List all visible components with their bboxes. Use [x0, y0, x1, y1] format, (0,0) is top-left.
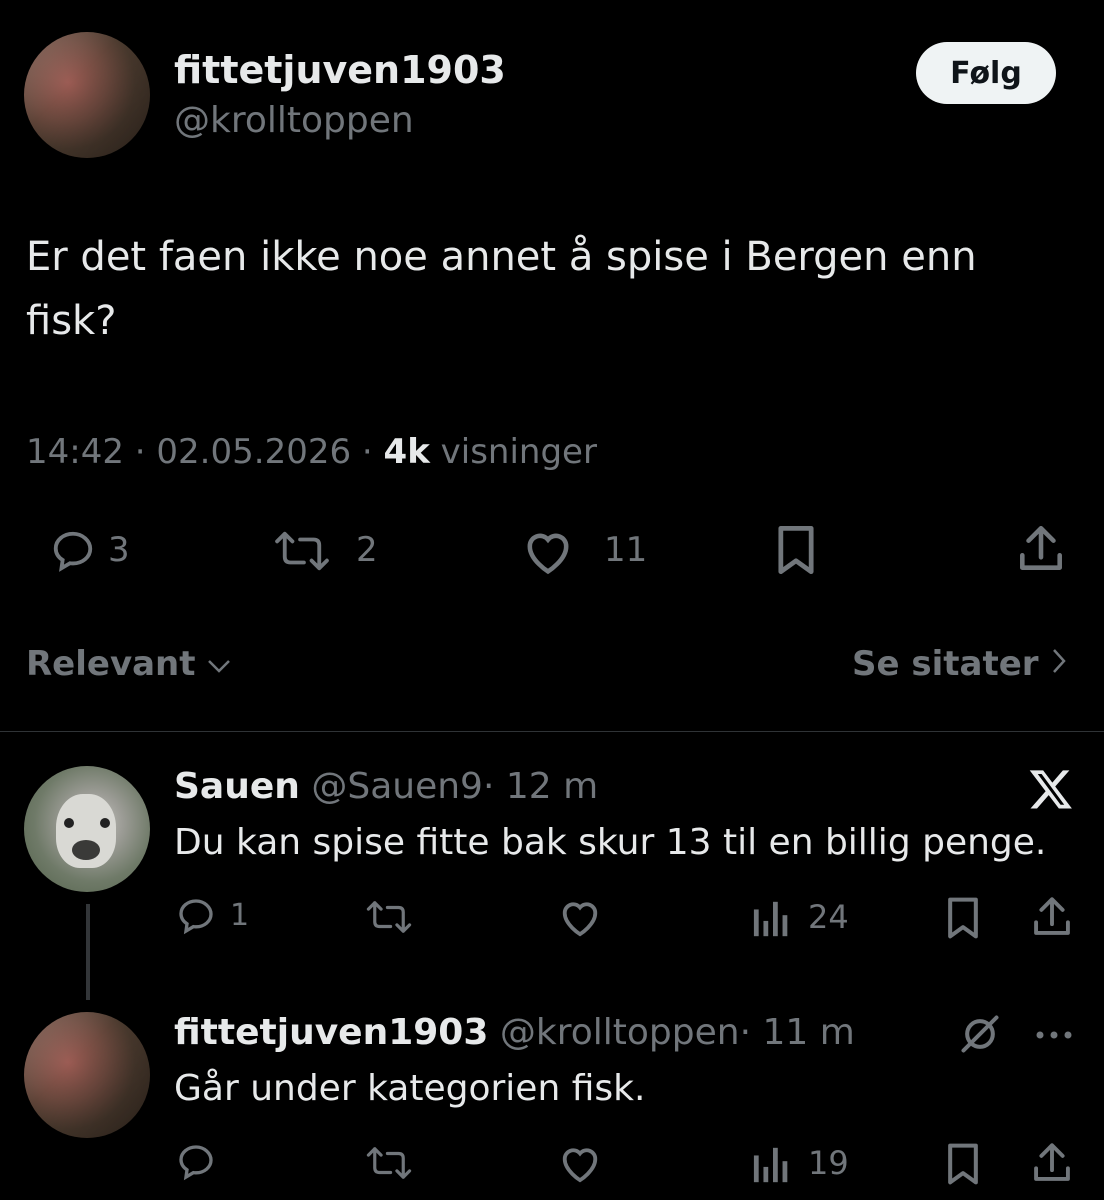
repost-icon[interactable]: [270, 528, 334, 574]
tweet-meta: 14:42 · 02.05.2026 · 4k visninger: [26, 432, 597, 472]
reply-author-name[interactable]: Sauen: [174, 766, 300, 807]
author-avatar[interactable]: [24, 32, 150, 158]
reply-text: Du kan spise fitte bak skur 13 til en bi…: [174, 822, 1047, 863]
follow-button[interactable]: Følg: [916, 42, 1056, 104]
tweet-text-line1: Er det faen ikke noe annet å spise i Ber…: [26, 234, 977, 280]
author-handle[interactable]: @krolltoppen: [174, 100, 414, 141]
x-logo-icon: [1028, 766, 1074, 816]
see-quotes-label: Se sitater: [852, 644, 1039, 684]
reply-author-name[interactable]: fittetjuven1903: [174, 1012, 488, 1053]
sort-relevant[interactable]: Relevant: [26, 644, 232, 684]
repost-count: 2: [356, 530, 378, 570]
views-count: 19: [808, 1144, 849, 1182]
reply-icon[interactable]: [176, 1142, 216, 1182]
views-icon[interactable]: [752, 898, 794, 940]
reply-header: Sauen @Sauen9· 12 m: [174, 766, 598, 807]
reply-count: 1: [230, 898, 250, 933]
meta-separator: ·: [739, 1012, 752, 1053]
divider: [0, 731, 1104, 732]
meta-separator: ·: [482, 766, 495, 807]
reply-text: Går under kategorien fisk.: [174, 1068, 646, 1109]
share-icon[interactable]: [1030, 1140, 1074, 1186]
repost-icon[interactable]: [362, 1144, 416, 1182]
reply-time[interactable]: 11 m: [762, 1012, 854, 1053]
reply-time[interactable]: 12 m: [506, 766, 598, 807]
views-icon[interactable]: [752, 1144, 794, 1186]
reply-avatar[interactable]: [24, 766, 150, 892]
like-icon[interactable]: [520, 526, 576, 576]
grok-icon[interactable]: [958, 1012, 1002, 1060]
bookmark-icon[interactable]: [942, 896, 984, 940]
tweet-time[interactable]: 14:42: [26, 432, 124, 472]
chevron-down-icon: [206, 644, 232, 684]
reply-icon[interactable]: [176, 896, 216, 936]
views-count: 4k: [383, 432, 430, 472]
reply-avatar[interactable]: [24, 1012, 150, 1138]
more-options-icon[interactable]: [1034, 1026, 1074, 1045]
bookmark-icon[interactable]: [942, 1142, 984, 1186]
tweet-text-line2: fisk?: [26, 298, 117, 344]
like-icon[interactable]: [556, 896, 604, 938]
chevron-right-icon: [1051, 644, 1067, 684]
thread-line: [86, 904, 90, 1000]
views-count: 24: [808, 898, 849, 936]
meta-separator: ·: [361, 432, 373, 472]
share-icon[interactable]: [1016, 522, 1066, 576]
reply-header: fittetjuven1903 @krolltoppen· 11 m: [174, 1012, 855, 1053]
bookmark-icon[interactable]: [772, 524, 820, 576]
author-name[interactable]: fittetjuven1903: [174, 48, 506, 92]
like-count: 11: [604, 530, 648, 570]
reply-author-handle[interactable]: @krolltoppen: [500, 1012, 740, 1053]
like-icon[interactable]: [556, 1142, 604, 1184]
views-label: visninger: [440, 432, 597, 472]
tweet-date[interactable]: 02.05.2026: [156, 432, 351, 472]
reply-author-handle[interactable]: @Sauen9: [311, 766, 483, 807]
share-icon[interactable]: [1030, 894, 1074, 940]
reply-icon[interactable]: [50, 528, 96, 574]
reply-count: 3: [108, 530, 130, 570]
meta-separator: ·: [134, 432, 146, 472]
see-quotes-link[interactable]: Se sitater: [852, 644, 1067, 684]
repost-icon[interactable]: [362, 898, 416, 936]
sort-relevant-label: Relevant: [26, 644, 196, 684]
